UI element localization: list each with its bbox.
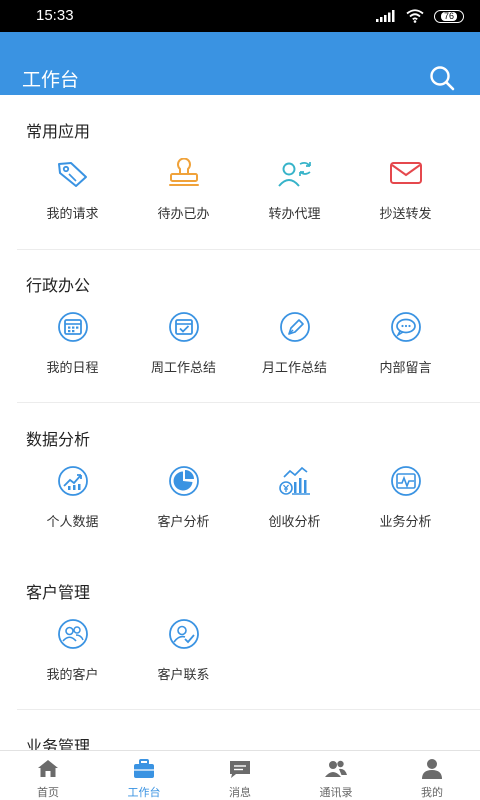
revenue-chart-icon xyxy=(279,466,310,495)
message-icon xyxy=(230,761,250,778)
app-todo-done[interactable]: 待办已办 xyxy=(128,158,239,228)
status-bar: 15:33 76 xyxy=(0,0,480,32)
app-grid: 个人数据 客户分析 创收分析 业务分析 xyxy=(17,466,463,536)
app-label: 待办已办 xyxy=(157,207,210,222)
app-label: 抄送转发 xyxy=(379,207,432,222)
app-customer-analysis[interactable]: 客户分析 xyxy=(128,466,239,536)
tag-icon xyxy=(58,162,87,187)
bottom-tab-bar: 首页 工作台 消息 通讯录 我的 xyxy=(0,750,480,800)
status-icons: 76 xyxy=(376,8,464,24)
app-label: 内部留言 xyxy=(379,361,432,376)
app-my-customers[interactable]: 我的客户 xyxy=(17,619,128,689)
tab-profile[interactable]: 我的 xyxy=(384,751,480,800)
app-personal-data[interactable]: 个人数据 xyxy=(17,466,128,536)
profile-icon xyxy=(422,759,442,779)
app-header: 工作台 xyxy=(0,32,480,95)
battery-level: 76 xyxy=(440,11,457,21)
app-business-analysis[interactable]: 业务分析 xyxy=(350,466,461,536)
search-icon[interactable] xyxy=(428,64,456,92)
app-label: 客户分析 xyxy=(157,515,210,530)
app-label: 我的请求 xyxy=(46,207,99,222)
section-divider xyxy=(17,709,480,710)
app-grid: 我的客户 客户联系 xyxy=(17,619,463,689)
pie-chart-icon xyxy=(169,466,199,496)
tab-label: 工作台 xyxy=(127,786,161,799)
app-label: 我的日程 xyxy=(46,361,99,376)
section-title: 业务管理 xyxy=(26,737,91,750)
trend-chart-icon xyxy=(58,466,88,496)
app-revenue-analysis[interactable]: 创收分析 xyxy=(239,466,350,536)
tab-label: 我的 xyxy=(421,786,443,799)
section-title: 行政办公 xyxy=(26,276,91,295)
customers-icon xyxy=(58,619,88,649)
app-weekly-summary[interactable]: 周工作总结 xyxy=(128,312,239,382)
pen-icon xyxy=(280,312,310,342)
signal-icon xyxy=(376,10,395,22)
app-grid: 我的日程 周工作总结 月工作总结 内部留言 xyxy=(17,312,463,382)
envelope-icon xyxy=(390,162,422,184)
section-title: 常用应用 xyxy=(26,122,91,141)
app-my-requests[interactable]: 我的请求 xyxy=(17,158,128,228)
tab-contacts[interactable]: 通讯录 xyxy=(288,751,384,800)
calendar-icon xyxy=(58,312,88,342)
stamp-icon xyxy=(169,158,199,186)
section-divider xyxy=(17,402,480,403)
tab-messages[interactable]: 消息 xyxy=(192,751,288,800)
pulse-chart-icon xyxy=(391,466,421,496)
calendar-check-icon xyxy=(169,312,199,342)
tab-label: 通讯录 xyxy=(319,786,353,799)
app-label: 个人数据 xyxy=(46,515,99,530)
tab-label: 消息 xyxy=(229,786,251,799)
app-customer-contact[interactable]: 客户联系 xyxy=(128,619,239,689)
app-label: 月工作总结 xyxy=(261,361,327,376)
app-label: 我的客户 xyxy=(46,668,99,683)
wifi-icon xyxy=(406,9,424,23)
chat-bubble-icon xyxy=(391,312,421,342)
status-time: 15:33 xyxy=(36,7,74,24)
user-transfer-icon xyxy=(278,162,311,187)
battery-icon: 76 xyxy=(434,9,464,23)
app-label: 转办代理 xyxy=(268,207,321,222)
contacts-icon xyxy=(325,760,347,777)
app-monthly-summary[interactable]: 月工作总结 xyxy=(239,312,350,382)
app-transfer-proxy[interactable]: 转办代理 xyxy=(239,158,350,228)
app-my-schedule[interactable]: 我的日程 xyxy=(17,312,128,382)
page-title: 工作台 xyxy=(22,69,80,91)
app-label: 客户联系 xyxy=(157,668,210,683)
workbench-content[interactable]: 常用应用 我的请求 待办已办 转办代理 抄送转发 行政办公 我的日程 周工作总结… xyxy=(0,95,480,750)
section-title: 客户管理 xyxy=(26,583,91,602)
section-title: 数据分析 xyxy=(26,430,91,449)
tab-label: 首页 xyxy=(37,786,59,799)
app-label: 创收分析 xyxy=(268,515,321,530)
app-grid: 我的请求 待办已办 转办代理 抄送转发 xyxy=(17,158,463,228)
section-divider xyxy=(17,249,480,250)
app-internal-message[interactable]: 内部留言 xyxy=(350,312,461,382)
tab-workbench[interactable]: 工作台 xyxy=(96,751,192,800)
briefcase-icon xyxy=(134,759,154,778)
app-cc-forward[interactable]: 抄送转发 xyxy=(350,158,461,228)
app-label: 周工作总结 xyxy=(150,361,216,376)
home-icon xyxy=(38,760,58,777)
tab-home[interactable]: 首页 xyxy=(0,751,96,800)
app-label: 业务分析 xyxy=(379,515,432,530)
customer-contact-icon xyxy=(169,619,199,649)
